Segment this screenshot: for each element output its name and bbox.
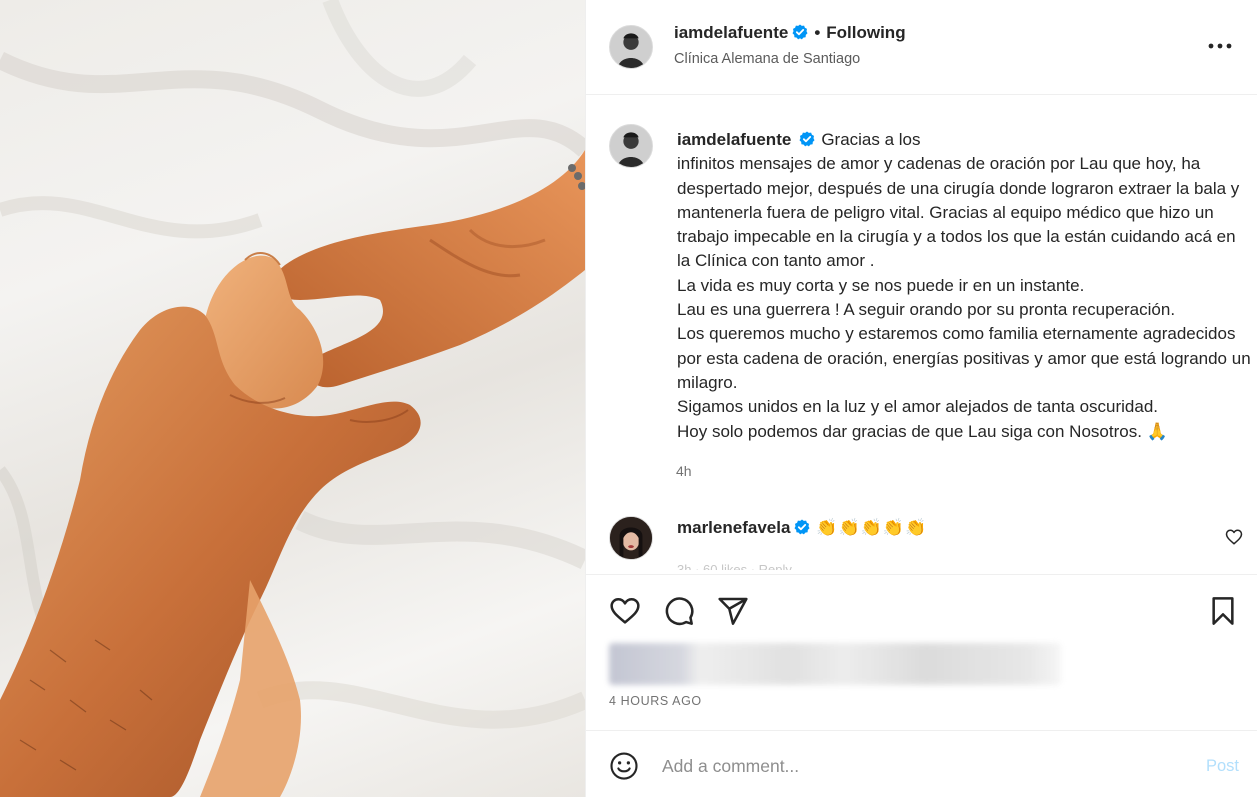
post-actions: 4 HOURS AGO bbox=[586, 574, 1257, 730]
post-photo[interactable] bbox=[0, 0, 585, 797]
comments-section[interactable]: iamdelafuente Gracias a los infinitos men… bbox=[586, 96, 1257, 574]
comment-input[interactable] bbox=[662, 753, 1162, 779]
comment-like-heart-icon[interactable] bbox=[1225, 528, 1243, 546]
caption-text: infinitos mensajes de amor y cadenas de … bbox=[677, 154, 1251, 441]
add-comment-bar: Post bbox=[586, 730, 1257, 797]
post-comment-button[interactable]: Post bbox=[1206, 757, 1239, 776]
separator-dot: • bbox=[814, 23, 821, 42]
hands-photo-illustration bbox=[0, 0, 585, 797]
caption-timestamp[interactable]: 4h bbox=[676, 463, 692, 479]
comment-meta: 3h · 60 likes · Reply bbox=[677, 562, 792, 570]
verified-badge-icon bbox=[792, 24, 808, 40]
following-button[interactable]: Following bbox=[826, 23, 905, 42]
comment-bubble-icon[interactable] bbox=[663, 595, 695, 627]
comment-text: 👏👏👏👏👏 bbox=[816, 518, 928, 537]
author-avatar[interactable] bbox=[609, 25, 653, 69]
caption-body: iamdelafuente Gracias a los infinitos men… bbox=[677, 128, 1252, 444]
verified-badge-icon bbox=[794, 519, 810, 535]
commenter-username[interactable]: marlenefavela bbox=[677, 518, 790, 537]
heart-icon[interactable] bbox=[609, 595, 641, 627]
bookmark-icon[interactable] bbox=[1207, 595, 1239, 627]
more-options-icon[interactable] bbox=[1207, 36, 1233, 56]
smiley-face-icon[interactable] bbox=[609, 751, 639, 781]
author-username[interactable]: iamdelafuente bbox=[674, 23, 788, 42]
verified-badge-icon bbox=[799, 131, 815, 147]
caption-lead: Gracias a los bbox=[821, 130, 921, 149]
comment-text-line: marlenefavela 👏👏👏👏👏 bbox=[677, 518, 927, 538]
caption-author-avatar[interactable] bbox=[609, 124, 653, 168]
post-header: iamdelafuente • Following Clínica Alemana … bbox=[586, 0, 1257, 95]
paper-plane-icon[interactable] bbox=[717, 595, 749, 627]
caption-username[interactable]: iamdelafuente bbox=[677, 130, 791, 149]
post-location[interactable]: Clínica Alemana de Santiago bbox=[674, 51, 906, 67]
author-info: iamdelafuente • Following Clínica Alemana … bbox=[674, 23, 906, 67]
post-timestamp[interactable]: 4 HOURS AGO bbox=[609, 694, 702, 708]
post-details-panel: iamdelafuente • Following Clínica Alemana … bbox=[585, 0, 1257, 797]
likes-summary-blurred[interactable] bbox=[609, 643, 1061, 685]
commenter-avatar[interactable] bbox=[609, 516, 653, 560]
